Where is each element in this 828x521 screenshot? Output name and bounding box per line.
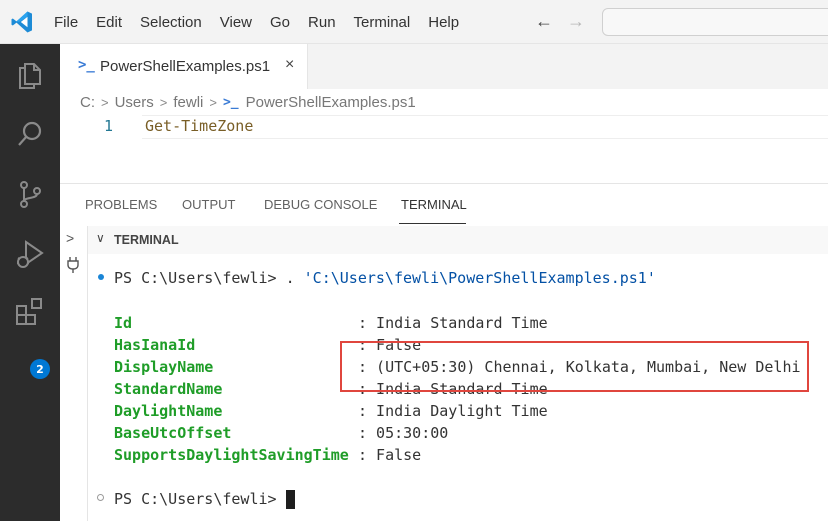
breadcrumb: C: > Users > fewli > >_ PowerShellExampl…	[60, 89, 828, 115]
property-value: : India Standard Time	[358, 314, 548, 332]
tab-debug-console[interactable]: DEBUG CONSOLE	[264, 197, 377, 212]
command-decoration-icon[interactable]	[97, 494, 104, 501]
panel-side-strip: >	[60, 226, 88, 521]
tab-problems[interactable]: PROBLEMS	[85, 197, 157, 212]
property-row: Id : India Standard Time	[114, 314, 548, 332]
property-name: StandardName	[114, 380, 223, 398]
property-value: : False	[358, 446, 422, 464]
breadcrumb-file[interactable]: PowerShellExamples.ps1	[246, 94, 416, 111]
menu-selection[interactable]: Selection	[140, 14, 202, 31]
terminal-cursor	[286, 490, 295, 509]
plug-icon[interactable]	[66, 256, 80, 274]
terminal-section-title: TERMINAL	[114, 233, 179, 247]
tab-output[interactable]: OUTPUT	[182, 197, 235, 212]
prompt-path: PS C:\Users\fewli>	[114, 269, 286, 287]
explorer-files-icon[interactable]	[14, 58, 46, 90]
chevron-right-icon[interactable]: >	[66, 230, 74, 246]
breadcrumb-fewli[interactable]: fewli	[173, 94, 203, 111]
command-string: 'C:\Users\fewli\PowerShellExamples.ps1'	[303, 269, 656, 287]
annotation-highlight-box	[340, 341, 809, 392]
menu-go[interactable]: Go	[270, 14, 290, 31]
property-name: SupportsDaylightSavingTime	[114, 446, 349, 464]
code-line[interactable]: Get-TimeZone	[145, 117, 253, 135]
search-icon[interactable]	[14, 118, 46, 150]
property-name: Id	[114, 314, 133, 332]
back-arrow-icon[interactable]: ←	[535, 11, 553, 31]
code-editor[interactable]: 1 Get-TimeZone	[60, 115, 828, 183]
command-center-search[interactable]	[602, 8, 828, 36]
property-row: SupportsDaylightSavingTime : False	[114, 446, 421, 464]
menu-help[interactable]: Help	[428, 14, 459, 31]
menu-file[interactable]: File	[54, 14, 78, 31]
title-bar: File Edit Selection View Go Run Terminal…	[0, 0, 828, 44]
menu-run[interactable]: Run	[308, 14, 336, 31]
property-name: BaseUtcOffset	[114, 424, 232, 442]
property-name: DisplayName	[114, 358, 214, 376]
extensions-badge: 2	[30, 359, 50, 379]
menu-edit[interactable]: Edit	[96, 14, 122, 31]
run-debug-icon[interactable]	[14, 238, 46, 270]
chevron-right-icon: >	[159, 94, 168, 110]
chevron-down-icon[interactable]: ∨	[96, 231, 105, 245]
property-name: DaylightName	[114, 402, 223, 420]
property-row: BaseUtcOffset : 05:30:00	[114, 424, 448, 442]
property-value: : 05:30:00	[358, 424, 449, 442]
command-prefix: .	[285, 269, 304, 287]
activity-bar: 2	[0, 44, 60, 521]
breadcrumb-drive[interactable]: C:	[80, 94, 95, 111]
breadcrumb-users[interactable]: Users	[115, 94, 154, 111]
final-prompt: PS C:\Users\fewli>	[114, 490, 286, 508]
extensions-icon[interactable]	[14, 296, 46, 328]
tab-terminal[interactable]: TERMINAL	[401, 197, 467, 212]
chevron-right-icon: >	[209, 94, 217, 110]
powershell-file-icon: >_	[78, 57, 95, 73]
editor-tab-bar: >_ PowerShellExamples.ps1 ×	[60, 44, 828, 89]
chevron-right-icon: >	[101, 94, 109, 110]
forward-arrow-icon[interactable]: →	[567, 11, 585, 31]
close-icon[interactable]: ×	[285, 56, 294, 74]
vscode-logo-icon	[11, 11, 32, 33]
property-name: HasIanaId	[114, 336, 196, 354]
tab-powershell-examples[interactable]: >_ PowerShellExamples.ps1 ×	[60, 44, 308, 89]
menu-view[interactable]: View	[220, 14, 252, 31]
panel-tab-bar: PROBLEMS OUTPUT DEBUG CONSOLE TERMINAL	[60, 184, 828, 226]
source-control-icon[interactable]	[14, 178, 46, 210]
property-value: : India Daylight Time	[358, 402, 548, 420]
property-row: DaylightName : India Daylight Time	[114, 402, 548, 420]
menu-terminal[interactable]: Terminal	[354, 14, 411, 31]
terminal-section-header[interactable]: ∨ TERMINAL	[88, 226, 828, 254]
active-tab-indicator	[399, 223, 466, 224]
menu-bar: File Edit Selection View Go Run Terminal…	[54, 0, 477, 44]
line-number: 1	[104, 117, 114, 135]
tab-label: PowerShellExamples.ps1	[100, 58, 271, 75]
command-decoration-icon[interactable]	[98, 274, 104, 280]
command-line: PS C:\Users\fewli> . 'C:\Users\fewli\Pow…	[114, 269, 656, 287]
powershell-file-icon: >_	[222, 94, 239, 110]
